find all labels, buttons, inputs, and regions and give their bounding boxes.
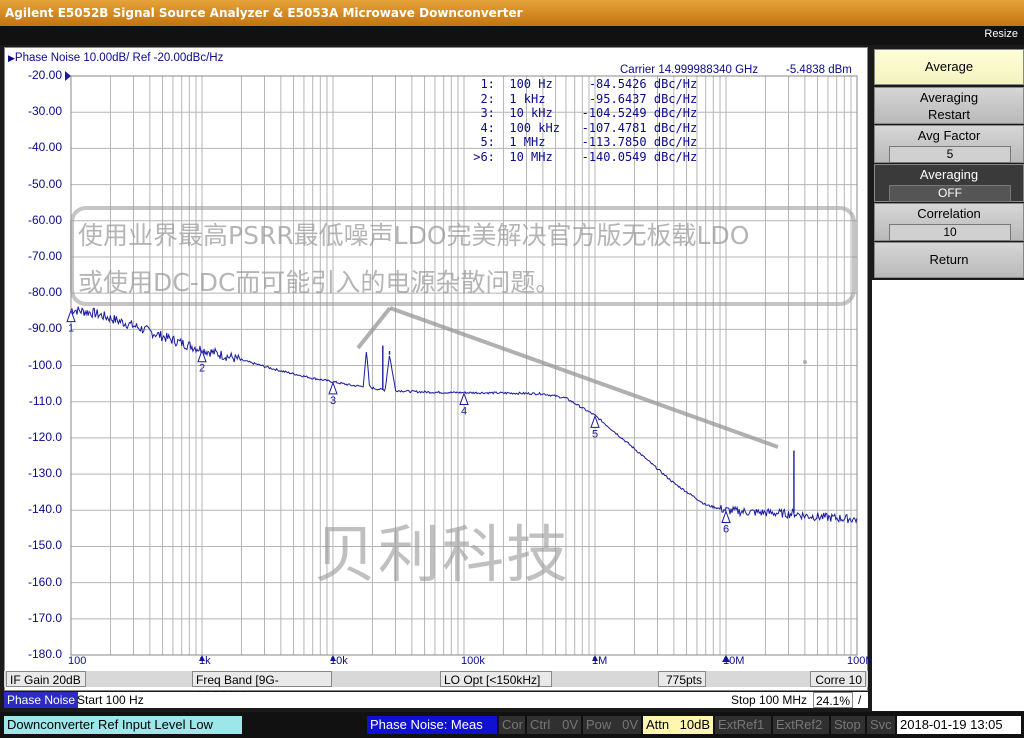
y-tick-label: -140.0 xyxy=(27,502,62,517)
marker-label: 3 xyxy=(330,395,336,407)
ctrl-indicator: Ctrl 0V xyxy=(527,716,581,734)
y-tick-label: -70.00 xyxy=(27,248,62,263)
cor-indicator: Cor xyxy=(499,716,525,734)
correlation-value: 10 xyxy=(889,224,1011,241)
softkey-title: Average xyxy=(874,49,1024,85)
x-tick-label: 1k xyxy=(199,655,211,667)
freq-band-status[interactable]: Freq Band [9G-26.5GHz] xyxy=(192,671,332,703)
softkey-panel: Average Averaging Restart Avg Factor 5 A… xyxy=(872,47,1024,280)
watermark-pointer-line xyxy=(356,306,392,350)
marker-row: 1: 100 Hz -84.5426 dBc/Hz xyxy=(466,77,698,91)
status-row: IF Gain 20dB Freq Band [9G-26.5GHz] LO O… xyxy=(4,671,868,703)
sweep-progress: 24.1% xyxy=(813,692,854,708)
datetime: 2018-01-19 13:05 xyxy=(897,716,1021,734)
marker-label: 4 xyxy=(461,406,467,418)
extref2-indicator: ExtRef2 xyxy=(773,716,829,734)
bottom-status-bar: Downconverter Ref Input Level Low Phase … xyxy=(0,712,1024,738)
y-tick-label: -110.0 xyxy=(28,393,62,408)
trace-title[interactable]: ▶Phase Noise 10.00dB/ Ref -20.00dBc/Hz xyxy=(8,52,223,64)
pow-indicator: Pow 0V xyxy=(583,716,641,734)
y-tick-label: -50.00 xyxy=(27,176,62,191)
watermark-line-1: 使用业界最高PSRR最低噪声LDO完美解决官方版无板载LDO xyxy=(78,221,750,250)
attn-indicator: Attn 10dB xyxy=(643,716,713,734)
sweep-row: Phase Noise Start 100 Hz Stop 100 MHz 24… xyxy=(4,692,868,708)
lo-opt-status[interactable]: LO Opt [<150kHz] xyxy=(440,671,552,687)
avg-factor-label: Avg Factor xyxy=(917,128,981,143)
y-tick-label: -150.0 xyxy=(27,538,62,553)
marker-label: 5 xyxy=(592,428,598,440)
y-tick-label: -60.00 xyxy=(27,212,62,227)
x-tick-label: 10k xyxy=(330,655,348,667)
y-tick-label: -90.00 xyxy=(27,321,62,336)
avg-factor-value: 5 xyxy=(889,146,1011,163)
reference-level-icon xyxy=(65,71,71,81)
watermark-text: 使用业界最高PSRR最低噪声LDO完美解决官方版无板载LDO 或使用DC-DC而… xyxy=(78,212,858,306)
x-tick-label: 1M xyxy=(592,655,608,667)
y-tick-label: -130.0 xyxy=(27,466,62,481)
averaging-label: Averaging xyxy=(919,167,979,182)
carrier-power: -5.4838 dBm xyxy=(786,64,852,76)
correlation-label: Correlation xyxy=(917,206,981,221)
y-tick-label: -40.00 xyxy=(27,140,62,155)
marker-label: 1 xyxy=(68,323,74,335)
marker-row: >6: 10 MHz -140.0549 dBc/Hz xyxy=(466,149,698,164)
x-tick-label: 10M xyxy=(723,655,745,667)
mode-label[interactable]: Phase Noise xyxy=(4,692,79,708)
correlation-button[interactable]: Correlation 10 xyxy=(874,203,1024,241)
marker-row: 5: 1 MHz -113.7850 dBc/Hz xyxy=(466,135,698,149)
if-gain-status[interactable]: IF Gain 20dB xyxy=(6,671,86,687)
marker-icon xyxy=(459,392,469,406)
meas-indicator: Phase Noise: Meas xyxy=(367,716,497,734)
marker-icon xyxy=(328,381,338,395)
y-tick-label: -30.00 xyxy=(27,104,62,119)
points-status[interactable]: 775pts xyxy=(658,671,706,687)
y-tick-label: -180.0 xyxy=(27,647,62,661)
marker-icon xyxy=(721,509,731,523)
y-tick-label: -100.0 xyxy=(27,357,62,372)
extref1-indicator: ExtRef1 xyxy=(715,716,771,734)
softkey-empty-area xyxy=(872,280,1024,711)
marker-table: 1: 100 Hz -84.5426 dBc/Hz 2: 1 kHz -95.6… xyxy=(466,77,697,164)
x-tick-label: 100M xyxy=(847,655,875,667)
y-tick-label: -20.00 xyxy=(27,68,62,82)
avg-factor-button[interactable]: Avg Factor 5 xyxy=(874,125,1024,163)
marker-label: 6 xyxy=(723,523,729,535)
return-button[interactable]: Return xyxy=(874,242,1024,278)
watermark-line-2: 或使用DC-DC而可能引入的电源杂散问题。 xyxy=(78,268,561,297)
x-tick-label: 100k xyxy=(461,655,485,667)
marker-row: 2: 1 kHz -95.6437 dBc/Hz xyxy=(466,91,698,106)
start-frequency[interactable]: Start 100 Hz xyxy=(77,692,144,708)
y-tick-label: -80.00 xyxy=(27,285,62,300)
carrier-frequency: Carrier 14.999988340 GHz xyxy=(620,64,759,76)
corre-status[interactable]: Corre 10 xyxy=(810,671,866,687)
sweep-indicator: / xyxy=(858,693,862,707)
watermark-dot xyxy=(803,360,807,364)
y-tick-label: -170.0 xyxy=(27,610,62,625)
stop-indicator: Stop xyxy=(831,716,865,734)
averaging-value: OFF xyxy=(889,185,1011,202)
svc-indicator: Svc xyxy=(867,716,895,734)
x-tick-label: 100 xyxy=(68,655,87,667)
stop-frequency[interactable]: Stop 100 MHz xyxy=(731,692,807,708)
marker-row: 3: 10 kHz -104.5249 dBc/Hz xyxy=(466,106,698,120)
averaging-toggle[interactable]: Averaging OFF xyxy=(874,164,1024,202)
averaging-restart-button[interactable]: Averaging Restart xyxy=(874,87,1024,124)
y-tick-label: -160.0 xyxy=(27,574,62,589)
watermark-brand: 贝利科技 xyxy=(314,518,571,591)
marker-label: 2 xyxy=(199,363,205,375)
message-indicator: Downconverter Ref Input Level Low xyxy=(4,716,242,734)
y-tick-label: -120.0 xyxy=(27,429,62,444)
marker-row: 4: 100 kHz -107.4781 dBc/Hz xyxy=(466,120,698,135)
